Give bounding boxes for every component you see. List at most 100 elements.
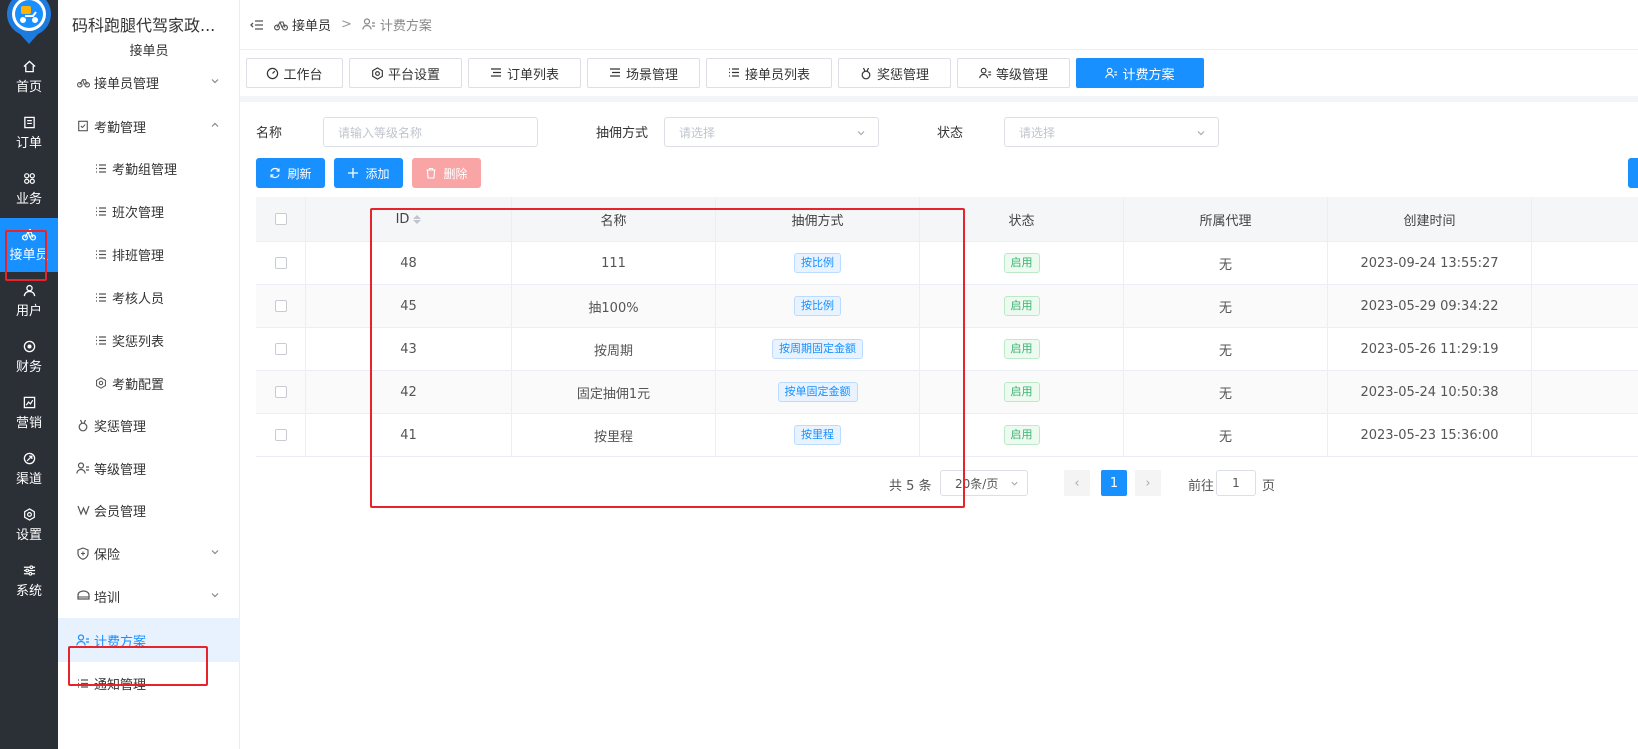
row-checkbox-cell[interactable] [256, 371, 306, 413]
attendance-icon [76, 119, 90, 133]
sidebar-item-courier-management[interactable]: 接单员管理 [58, 60, 240, 104]
tab-dashboard[interactable]: 工作台 [246, 58, 343, 88]
row-checkbox[interactable] [274, 257, 287, 269]
column-header-agent: 所属代理 [1124, 197, 1328, 241]
rail-item-channel[interactable]: 渠道 [0, 442, 58, 496]
sidebar-item-notification[interactable]: 通知管理 [58, 661, 240, 705]
rail-item-marketing[interactable]: 营销 [0, 386, 58, 440]
delete-button[interactable]: 删除 [412, 158, 481, 188]
rail-item-user[interactable]: 用户 [0, 274, 58, 328]
row-checkbox[interactable] [274, 343, 287, 355]
sidebar-item-label: 考勤配置 [112, 377, 165, 393]
column-label: 抽佣方式 [791, 213, 844, 229]
gear-icon [94, 376, 108, 390]
rail-item-order[interactable]: 订单 [0, 106, 58, 160]
goto-page-input[interactable]: 1 [1216, 470, 1256, 496]
sidebar-item-attendance-config[interactable]: 考勤配置 [58, 361, 240, 405]
sidebar-item-level-management[interactable]: 等级管理 [58, 446, 240, 490]
column-header-extra [1532, 197, 1638, 241]
rail-item-label: 系统 [15, 583, 42, 599]
users-icon [1105, 67, 1118, 80]
sidebar-item-label: 等级管理 [94, 462, 147, 478]
rail-item-label: 接单员 [9, 247, 49, 263]
cell-status: 启用 [920, 414, 1124, 456]
sidebar-item-schedule[interactable]: 排班管理 [58, 232, 240, 276]
next-page-button[interactable]: › [1135, 470, 1161, 496]
menu-collapse-icon[interactable] [250, 18, 264, 32]
cell-name: 抽100% [512, 285, 716, 327]
chevron-down-icon [210, 590, 220, 600]
column-label: 创建时间 [1403, 213, 1456, 229]
tab-label: 订单列表 [506, 67, 559, 83]
row-checkbox-cell[interactable] [256, 414, 306, 456]
column-header-created: 创建时间 [1328, 197, 1532, 241]
goto-page-suffix: 页 [1262, 479, 1276, 494]
cell-agent: 无 [1124, 328, 1328, 370]
row-checkbox[interactable] [274, 429, 287, 441]
rail-item-finance[interactable]: 财务 [0, 330, 58, 384]
sidebar-item-attendance[interactable]: 考勤管理 [58, 104, 240, 148]
sidebar-item-reward-list[interactable]: 奖惩列表 [58, 318, 240, 362]
chevron-down-icon [1010, 479, 1019, 488]
filter-commission-label: 抽佣方式 [596, 126, 649, 141]
sidebar-item-attendance-group[interactable]: 考勤组管理 [58, 146, 240, 190]
tab-order-list[interactable]: 订单列表 [468, 58, 581, 88]
rail-item-business[interactable]: 业务 [0, 162, 58, 216]
tab-courier-list[interactable]: 接单员列表 [706, 58, 832, 88]
row-checkbox-cell[interactable] [256, 328, 306, 370]
input-placeholder: 请输入等级名称 [338, 125, 423, 140]
sidebar-item-label: 排班管理 [112, 248, 165, 264]
name-search-input[interactable]: 请输入等级名称 [323, 117, 538, 147]
row-checkbox[interactable] [274, 386, 287, 398]
cell-extra [1532, 285, 1638, 327]
chevron-down-icon [210, 547, 220, 557]
sidebar-item-shift[interactable]: 班次管理 [58, 189, 240, 233]
dashboard-icon [266, 67, 279, 80]
rail-item-system[interactable]: 系统 [0, 554, 58, 608]
list-icon [76, 676, 90, 690]
rail-item-settings[interactable]: 设置 [0, 498, 58, 552]
refresh-button[interactable]: 刷新 [256, 158, 325, 188]
status-select[interactable]: 请选择 [1004, 117, 1219, 147]
tab-label: 工作台 [283, 67, 323, 83]
row-checkbox-cell[interactable] [256, 285, 306, 327]
column-header-id[interactable]: ID [306, 197, 512, 241]
sidebar-item-member-management[interactable]: 会员管理 [58, 488, 240, 532]
add-button[interactable]: 添加 [334, 158, 403, 188]
prev-page-button[interactable]: ‹ [1064, 470, 1090, 496]
breadcrumb-item-courier[interactable]: 接单员 [274, 15, 331, 34]
list-icon [728, 67, 741, 80]
tab-level-management[interactable]: 等级管理 [957, 58, 1070, 88]
rail-item-home[interactable]: 首页 [0, 50, 58, 104]
sidebar-item-training[interactable]: 培训 [58, 574, 240, 618]
commission-select[interactable]: 请选择 [664, 117, 879, 147]
chevron-up-icon [210, 120, 220, 130]
page-size-select[interactable]: 20条/页 [940, 470, 1028, 496]
rail-item-courier[interactable]: 接单员 [0, 218, 58, 272]
select-all-checkbox[interactable] [274, 213, 287, 225]
toolbar-edge-button[interactable] [1628, 158, 1638, 188]
row-checkbox[interactable] [274, 300, 287, 312]
page-number-1[interactable]: 1 [1101, 470, 1127, 496]
select-all-checkbox-cell[interactable] [256, 197, 306, 241]
tab-reward-management[interactable]: 奖惩管理 [838, 58, 951, 88]
users-icon [362, 17, 376, 32]
sidebar-subtitle: 接单员 [129, 44, 169, 59]
tab-scene-management[interactable]: 场景管理 [587, 58, 700, 88]
tab-billing-plan[interactable]: 计费方案 [1076, 58, 1204, 88]
row-checkbox-cell[interactable] [256, 242, 306, 284]
tab-platform-settings[interactable]: 平台设置 [349, 58, 462, 88]
table-row: 48 111 按比例 启用 无 2023-09-24 13:55:27 [256, 242, 1638, 285]
filter-status-label: 状态 [937, 126, 964, 141]
list-icon [94, 333, 108, 347]
sidebar-item-reward-management[interactable]: 奖惩管理 [58, 403, 240, 447]
sidebar-item-billing-plan[interactable]: 计费方案 [58, 618, 240, 662]
users-icon [76, 633, 90, 647]
sidebar-item-label: 计费方案 [94, 634, 147, 650]
cell-commission: 按单固定金额 [716, 371, 920, 413]
sidebar-item-insurance[interactable]: 保险 [58, 531, 240, 575]
sidebar-item-assessment-staff[interactable]: 考核人员 [58, 275, 240, 319]
sort-icon[interactable] [413, 214, 422, 224]
cell-agent: 无 [1124, 414, 1328, 456]
cell-id: 41 [306, 414, 512, 456]
